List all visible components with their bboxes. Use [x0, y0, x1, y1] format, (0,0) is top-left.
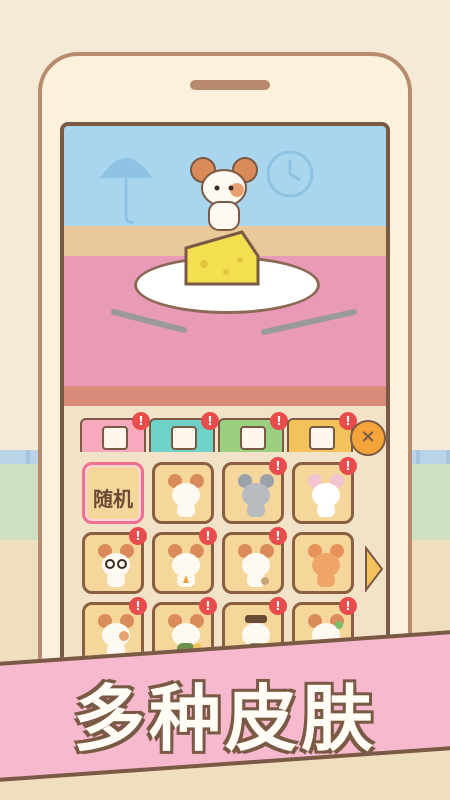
skin-random-label: 随机	[93, 487, 133, 511]
bag-hamster-icon	[238, 544, 274, 587]
alert-badge: !	[132, 412, 150, 430]
hamster-icon	[102, 426, 128, 450]
category-tabs: ! ! ! !	[80, 412, 357, 454]
banner-title: 多种皮肤	[72, 677, 377, 761]
orange-cat-icon	[308, 544, 344, 587]
fork-icon	[111, 309, 187, 333]
phone-frame: ! ! ! ! × 随机 ! ! ! ! ! ! ! ! !	[38, 52, 412, 702]
tab-furniture[interactable]: !	[218, 412, 288, 452]
close-button[interactable]: ×	[350, 420, 386, 456]
umbrella-icon	[100, 158, 152, 224]
next-page-arrow-icon[interactable]	[364, 546, 384, 592]
alert-badge: !	[201, 412, 219, 430]
alert-badge: !	[129, 527, 147, 545]
gray-mouse-icon	[238, 474, 274, 517]
alert-badge: !	[269, 457, 287, 475]
cheese-icon	[171, 426, 197, 450]
alert-badge: !	[269, 597, 287, 615]
alert-badge: !	[339, 457, 357, 475]
skin-cell-random[interactable]: 随机	[82, 462, 144, 524]
glasses-hamster-icon	[98, 544, 134, 587]
alert-badge: !	[339, 597, 357, 615]
white-mouse-icon	[308, 474, 344, 517]
alert-badge: !	[270, 412, 288, 430]
alert-badge: !	[269, 527, 287, 545]
skin-cell[interactable]: !	[292, 457, 357, 524]
phone-speaker	[190, 80, 270, 90]
plate-icon	[309, 426, 335, 450]
game-screen: ! ! ! ! × 随机 ! ! ! ! ! ! ! ! !	[60, 122, 390, 690]
skin-cell[interactable]: !	[82, 527, 147, 594]
alert-badge: !	[129, 597, 147, 615]
table-icon	[240, 426, 266, 450]
skin-cell[interactable]	[152, 462, 214, 524]
alert-badge: !	[199, 527, 217, 545]
skin-cell[interactable]: !	[152, 527, 217, 594]
tab-skins[interactable]: !	[80, 412, 150, 452]
alert-badge: !	[199, 597, 217, 615]
knife-icon	[261, 309, 357, 335]
skin-cell[interactable]	[292, 532, 354, 594]
tab-cheese[interactable]: !	[149, 412, 219, 452]
hamster-skin-icon	[168, 474, 204, 517]
promo-banner: 多种皮肤	[0, 628, 450, 782]
skin-cell[interactable]: !	[222, 527, 287, 594]
clock-icon	[266, 150, 314, 198]
skin-cell[interactable]: !	[222, 457, 287, 524]
hamster-character[interactable]	[189, 156, 259, 236]
tie-hamster-icon	[168, 544, 204, 587]
tab-plate[interactable]: !	[287, 412, 357, 452]
